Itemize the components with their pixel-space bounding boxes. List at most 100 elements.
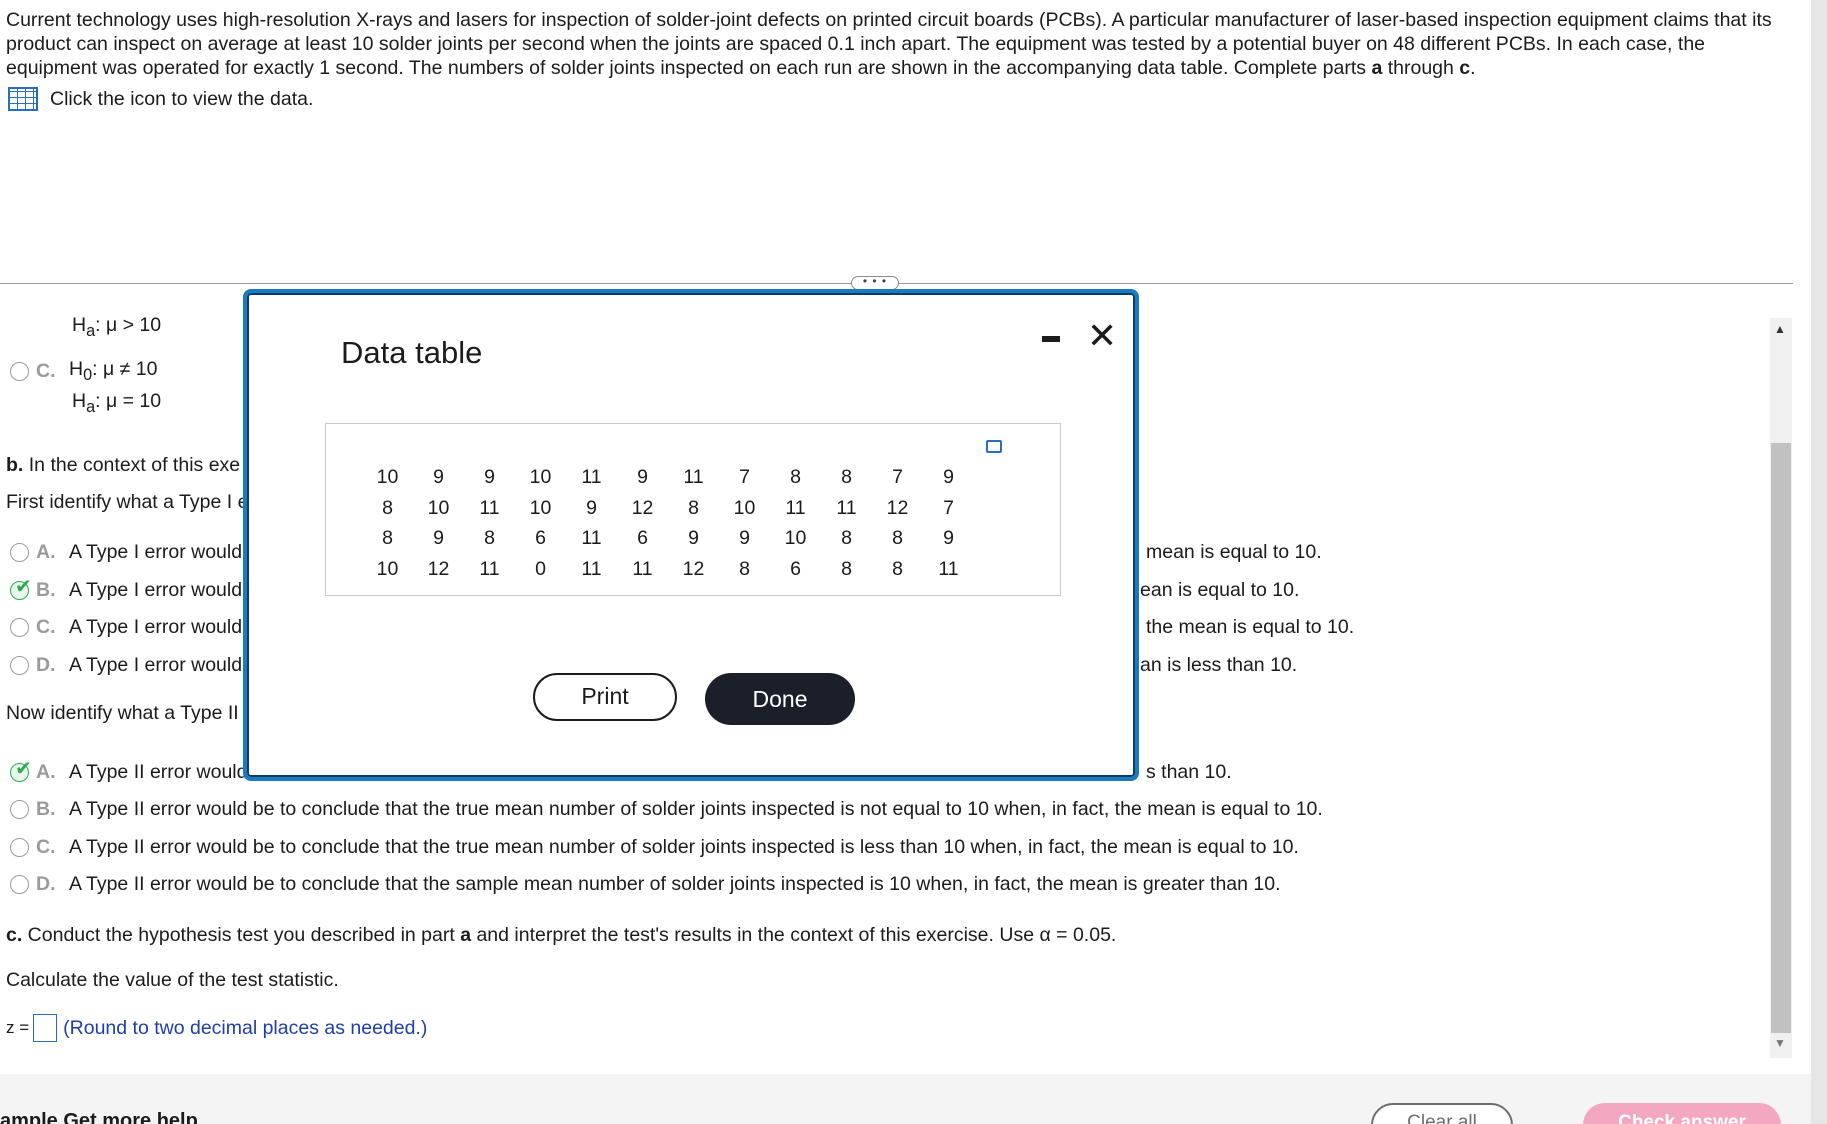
option-text: A Type II error would be to conclude tha… — [69, 798, 1323, 820]
type2-option-d[interactable]: D. A Type II error would be to conclude … — [10, 873, 1281, 896]
data-cell: 11 — [581, 557, 602, 580]
option-letter: C. — [36, 836, 56, 858]
data-cell: 10 — [427, 496, 450, 519]
outer-scrollbar[interactable] — [1811, 0, 1827, 1124]
part-c-text-after: and interpret the test's results in the … — [471, 924, 1117, 946]
option-letter: D. — [36, 654, 56, 676]
problem-text-body: Current technology uses high-resolution … — [6, 9, 1772, 79]
ha-symbol: H — [72, 390, 87, 412]
radio-button[interactable] — [10, 361, 29, 381]
view-data-text[interactable]: Click the icon to view the data. — [50, 88, 313, 111]
part-a-ref: a — [1371, 57, 1383, 79]
data-cell: 9 — [484, 466, 495, 488]
option-c-ha-line: Ha: μ = 10 — [72, 390, 161, 417]
data-cell: 7 — [943, 496, 954, 519]
scrollbar-thumb[interactable] — [1771, 443, 1791, 1033]
data-cell: 7 — [739, 466, 750, 488]
problem-period: . — [1470, 57, 1476, 79]
h0-subscript: 0 — [83, 365, 93, 384]
problem-through: through — [1382, 57, 1460, 79]
data-cell: 11 — [683, 466, 704, 488]
data-table-dialog: Data table ✕ 10 9 9 10 11 9 11 7 8 8 7 9 8 10 11 10 9 12 8… — [243, 289, 1139, 781]
close-x-icon[interactable]: ✕ — [1087, 315, 1117, 357]
footer-links[interactable]: ample Get more help — [0, 1110, 198, 1124]
data-cell: 9 — [586, 496, 597, 519]
data-cell: 6 — [637, 527, 648, 549]
table-grid-icon[interactable] — [8, 87, 38, 111]
type1-option-d[interactable]: D. A Type I error would — [10, 654, 242, 677]
check-answer-button[interactable]: Check answer — [1583, 1103, 1781, 1124]
data-cell: 8 — [892, 527, 903, 549]
type1-option-b[interactable]: B. A Type I error would — [10, 574, 242, 602]
rounding-hint: (Round to two decimal places as needed.) — [63, 1016, 428, 1039]
radio-button[interactable] — [10, 838, 29, 857]
data-cell: 12 — [682, 557, 705, 580]
option-text: A Type I error would — [69, 541, 243, 563]
data-cell: 7 — [892, 466, 903, 488]
data-cell: 9 — [943, 466, 954, 488]
data-cell: 0 — [535, 557, 546, 580]
type1-option-a-tail: mean is equal to 10. — [1146, 541, 1322, 563]
data-cell: 8 — [892, 557, 903, 580]
radio-button-selected[interactable] — [10, 574, 32, 600]
ha-top-line: Ha: μ > 10 — [72, 314, 161, 341]
type1-option-a[interactable]: A. A Type I error would — [10, 541, 242, 564]
data-cell: 12 — [427, 557, 450, 580]
minimize-icon[interactable] — [1042, 336, 1060, 342]
data-cell: 8 — [841, 557, 852, 580]
option-letter: C. — [36, 616, 56, 638]
view-data-link[interactable]: Click the icon to view the data. — [8, 87, 313, 111]
data-cell: 8 — [739, 557, 750, 580]
type2-prompt: Now identify what a Type II — [6, 702, 239, 724]
radio-button[interactable] — [10, 618, 29, 637]
option-text: A Type I error would — [69, 654, 243, 676]
scroll-up-arrow-icon[interactable]: ▲ — [1774, 322, 1786, 336]
clear-all-button[interactable]: Clear all — [1371, 1103, 1513, 1124]
ha-subscript: a — [86, 321, 96, 340]
type2-option-a[interactable]: A. A Type II error would — [10, 756, 247, 784]
data-cell: 6 — [790, 557, 801, 580]
part-b-label: b. — [6, 454, 24, 476]
part-a-option-c[interactable]: C. H0: μ ≠ 10 — [10, 358, 157, 385]
data-cell: 8 — [688, 496, 699, 519]
type1-prompt: First identify what a Type I e — [6, 491, 249, 513]
print-button[interactable]: Print — [533, 673, 677, 721]
radio-button[interactable] — [10, 875, 29, 894]
z-answer-row: z = (Round to two decimal places as need… — [6, 1014, 427, 1042]
z-answer-input[interactable] — [33, 1014, 58, 1042]
ha-subscript: a — [86, 397, 96, 416]
radio-button[interactable] — [10, 543, 29, 562]
scroll-down-arrow-icon[interactable]: ▼ — [1774, 1036, 1786, 1050]
data-cell: 9 — [943, 527, 954, 549]
data-cell: 11 — [632, 557, 653, 580]
radio-button-selected[interactable] — [10, 756, 32, 782]
data-cell: 11 — [938, 557, 959, 580]
option-letter: A. — [36, 761, 56, 783]
option-text: A Type II error would be to conclude tha… — [69, 836, 1299, 858]
data-cell: 10 — [376, 557, 399, 580]
radio-button[interactable] — [10, 656, 29, 675]
option-letter: B. — [36, 579, 56, 601]
done-button[interactable]: Done — [705, 673, 855, 725]
type1-option-c[interactable]: C. A Type I error would — [10, 616, 242, 639]
option-text: A Type II error would be to conclude tha… — [69, 873, 1281, 895]
data-cell: 12 — [631, 496, 654, 519]
part-a-ref: a — [460, 924, 472, 946]
option-letter: C. — [36, 359, 56, 382]
data-cell: 8 — [841, 527, 852, 549]
type2-option-c[interactable]: C. A Type II error would be to conclude … — [10, 836, 1299, 859]
data-grid: 10 9 9 10 11 9 11 7 8 8 7 9 8 10 11 10 9 12 8 10 11 11 12 7 8 9 8 6… — [362, 466, 974, 588]
copy-icon[interactable] — [986, 440, 1002, 453]
data-cell: 9 — [637, 466, 648, 488]
part-c-text: Conduct the hypothesis test you describe… — [22, 924, 461, 946]
ha-symbol: H — [72, 314, 87, 336]
part-c-intro: c. Conduct the hypothesis test you descr… — [6, 924, 1116, 947]
radio-button[interactable] — [10, 800, 29, 819]
type2-option-b[interactable]: B. A Type II error would be to conclude … — [10, 798, 1323, 821]
ha-expression: : μ = 10 — [95, 390, 162, 412]
data-cell: 10 — [733, 496, 756, 519]
option-letter: A. — [36, 541, 56, 563]
type1-option-d-tail: an is less than 10. — [1140, 654, 1298, 676]
part-b-intro-text: In the context of this exe — [23, 454, 241, 476]
type1-option-b-tail: ean is equal to 10. — [1140, 579, 1300, 601]
